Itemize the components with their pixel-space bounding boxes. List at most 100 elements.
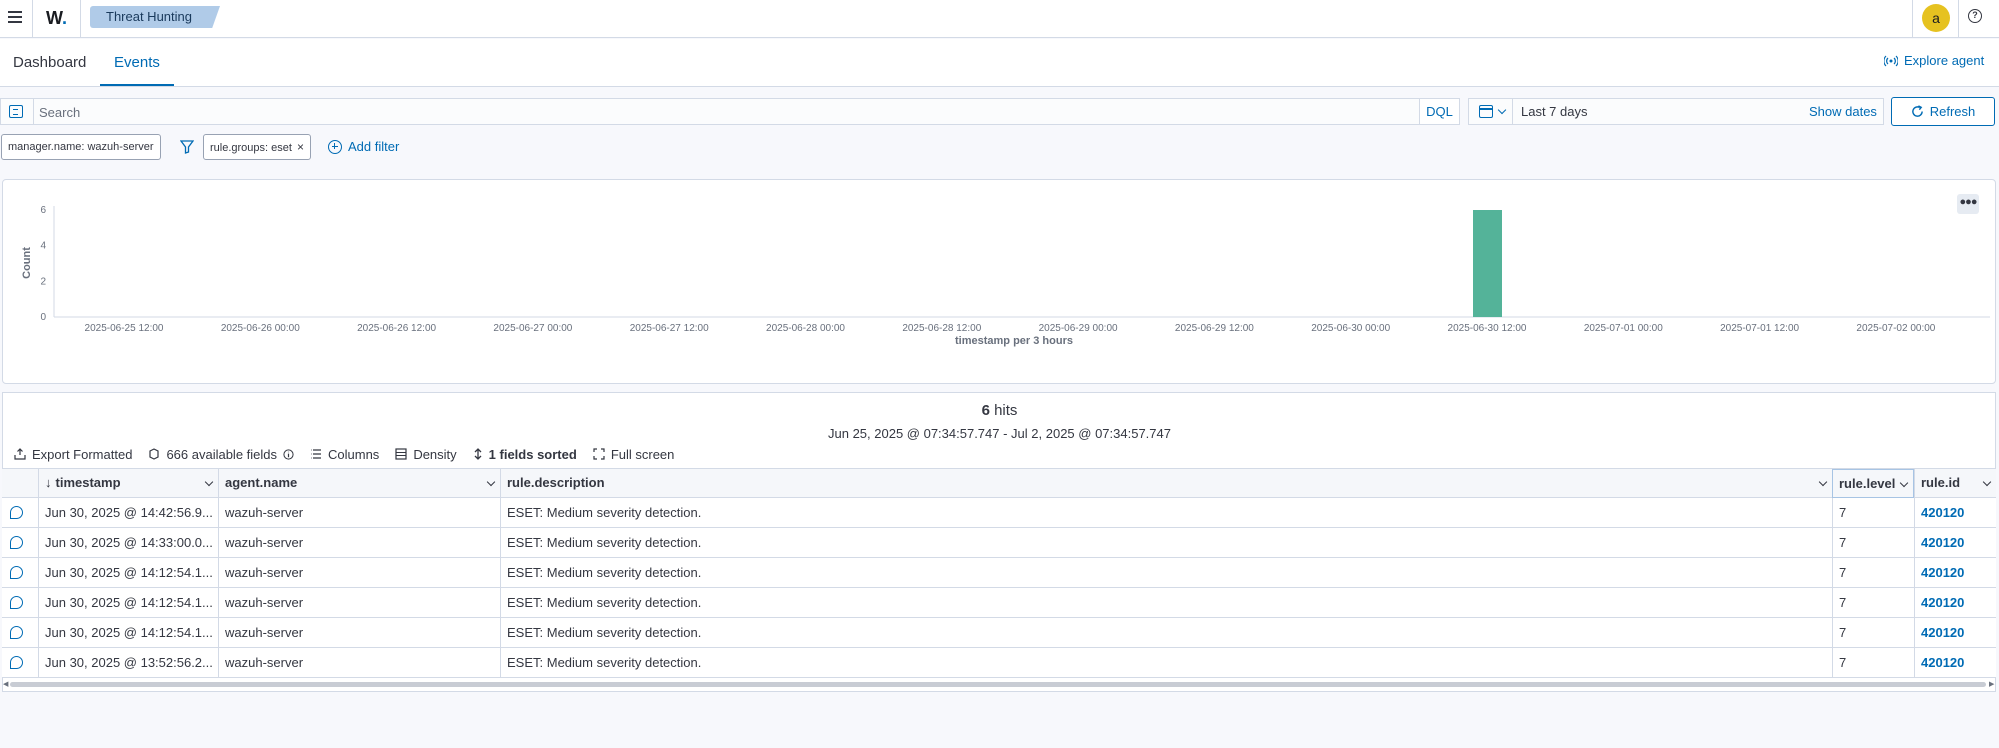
- x-tick-label: 2025-06-28 12:00: [902, 323, 981, 334]
- scroll-left-arrow[interactable]: ◀: [3, 680, 8, 688]
- cell-rule-level[interactable]: 7: [1832, 618, 1914, 647]
- filter-pill-rule-groups[interactable]: rule.groups: eset ×: [203, 134, 311, 160]
- export-formatted-button[interactable]: Export Formatted: [14, 447, 132, 462]
- cell-agent-name[interactable]: wazuh-server: [218, 558, 500, 587]
- add-filter-button[interactable]: Add filter: [328, 139, 399, 154]
- cell-timestamp[interactable]: Jun 30, 2025 @ 14:33:00.0...: [38, 528, 218, 557]
- cell-timestamp[interactable]: Jun 30, 2025 @ 14:12:54.1...: [38, 618, 218, 647]
- cell-rule-description[interactable]: ESET: Medium severity detection.: [500, 498, 1832, 527]
- cell-rule-level[interactable]: 7: [1832, 588, 1914, 617]
- quick-select-button[interactable]: [1469, 99, 1513, 124]
- inspect-document-icon[interactable]: [10, 566, 23, 579]
- inspect-cell[interactable]: [2, 618, 38, 647]
- cell-rule-description[interactable]: ESET: Medium severity detection.: [500, 588, 1832, 617]
- cell-rule-id-link[interactable]: 420120: [1914, 588, 1996, 617]
- breadcrumb-threat-hunting[interactable]: Threat Hunting: [90, 6, 220, 28]
- cell-timestamp[interactable]: Jun 30, 2025 @ 14:12:54.1...: [38, 558, 218, 587]
- cell-timestamp[interactable]: Jun 30, 2025 @ 13:52:56.2...: [38, 648, 218, 677]
- available-fields-button[interactable]: 666 available fields: [148, 447, 294, 462]
- search-input[interactable]: [39, 102, 1409, 122]
- cell-timestamp[interactable]: Jun 30, 2025 @ 14:12:54.1...: [38, 588, 218, 617]
- y-tick-label: 4: [40, 241, 46, 252]
- inspect-document-icon[interactable]: [10, 656, 23, 669]
- inspect-document-icon[interactable]: [10, 536, 23, 549]
- sort-fields-button[interactable]: 1 fields sorted: [473, 447, 577, 462]
- table-row[interactable]: Jun 30, 2025 @ 14:12:54.1... wazuh-serve…: [2, 588, 1996, 618]
- column-header-agent-name[interactable]: agent.name: [218, 469, 500, 498]
- column-header-rule-id[interactable]: rule.id: [1914, 469, 1996, 498]
- column-header-timestamp[interactable]: ↓ timestamp: [38, 469, 218, 498]
- x-tick-label: 2025-06-29 12:00: [1175, 323, 1254, 334]
- cell-rule-description[interactable]: ESET: Medium severity detection.: [500, 558, 1832, 587]
- column-header-rule-level[interactable]: rule.level: [1832, 469, 1914, 498]
- table-row[interactable]: Jun 30, 2025 @ 14:12:54.1... wazuh-serve…: [2, 558, 1996, 588]
- inspect-cell[interactable]: [2, 528, 38, 557]
- inspect-document-icon[interactable]: [10, 596, 23, 609]
- date-range-value[interactable]: Last 7 days: [1521, 104, 1588, 119]
- table-row[interactable]: Jun 30, 2025 @ 14:42:56.9... wazuh-serve…: [2, 498, 1996, 528]
- cell-rule-level[interactable]: 7: [1832, 558, 1914, 587]
- cell-rule-level[interactable]: 7: [1832, 648, 1914, 677]
- horizontal-scrollbar[interactable]: [10, 682, 1986, 687]
- inspect-cell[interactable]: [2, 588, 38, 617]
- cell-agent-name[interactable]: wazuh-server: [218, 588, 500, 617]
- cell-rule-id-link[interactable]: 420120: [1914, 618, 1996, 647]
- filter-icon[interactable]: [180, 140, 194, 154]
- scroll-right-arrow[interactable]: ▶: [1989, 680, 1994, 688]
- chevron-down-icon[interactable]: [1899, 478, 1909, 488]
- sort-icon: [474, 448, 482, 460]
- info-icon: [283, 448, 294, 460]
- chevron-down-icon[interactable]: [1818, 477, 1828, 487]
- show-dates-link[interactable]: Show dates: [1809, 104, 1877, 119]
- cell-agent-name[interactable]: wazuh-server: [218, 648, 500, 677]
- cell-rule-id-link[interactable]: 420120: [1914, 498, 1996, 527]
- inspect-document-icon[interactable]: [10, 506, 23, 519]
- user-avatar[interactable]: a: [1922, 4, 1950, 32]
- cell-agent-name[interactable]: wazuh-server: [218, 528, 500, 557]
- cell-rule-description[interactable]: ESET: Medium severity detection.: [500, 618, 1832, 647]
- cell-rule-description[interactable]: ESET: Medium severity detection.: [500, 648, 1832, 677]
- hits-summary: 6 hits: [0, 402, 1999, 419]
- filter-pill-manager-name[interactable]: manager.name: wazuh-server: [1, 134, 161, 160]
- inspect-cell[interactable]: [2, 558, 38, 587]
- x-tick-label: 2025-06-25 12:00: [85, 323, 164, 334]
- refresh-button[interactable]: Refresh: [1891, 97, 1995, 126]
- inspect-document-icon[interactable]: [10, 626, 23, 639]
- x-tick-label: 2025-07-02 00:00: [1856, 323, 1935, 334]
- dql-language-button[interactable]: DQL: [1420, 98, 1460, 125]
- cell-rule-id-link[interactable]: 420120: [1914, 528, 1996, 557]
- chevron-down-icon[interactable]: [486, 477, 496, 487]
- refresh-label: Refresh: [1929, 104, 1976, 119]
- cell-agent-name[interactable]: wazuh-server: [218, 498, 500, 527]
- cell-rule-id-link[interactable]: 420120: [1914, 558, 1996, 587]
- inspect-cell[interactable]: [2, 648, 38, 677]
- tab-dashboard[interactable]: Dashboard: [13, 54, 86, 71]
- cell-rule-id-link[interactable]: 420120: [1914, 648, 1996, 677]
- full-screen-button[interactable]: Full screen: [593, 447, 674, 462]
- cell-agent-name[interactable]: wazuh-server: [218, 618, 500, 647]
- histogram-bar[interactable]: [1473, 210, 1502, 317]
- table-row[interactable]: Jun 30, 2025 @ 13:52:56.2... wazuh-serve…: [2, 648, 1996, 678]
- cell-rule-level[interactable]: 7: [1832, 528, 1914, 557]
- chevron-down-icon[interactable]: [204, 477, 214, 487]
- wazuh-logo[interactable]: W.: [46, 8, 67, 29]
- x-tick-label: 2025-07-01 00:00: [1584, 323, 1663, 334]
- chevron-down-icon[interactable]: [1982, 477, 1992, 487]
- cell-timestamp[interactable]: Jun 30, 2025 @ 14:42:56.9...: [38, 498, 218, 527]
- column-header-rule-description[interactable]: rule.description: [500, 469, 1832, 498]
- explore-agent-button[interactable]: Explore agent: [1884, 53, 1984, 68]
- cell-rule-level[interactable]: 7: [1832, 498, 1914, 527]
- menu-icon[interactable]: [6, 8, 24, 26]
- saved-query-icon[interactable]: [9, 105, 23, 118]
- table-row[interactable]: Jun 30, 2025 @ 14:12:54.1... wazuh-serve…: [2, 618, 1996, 648]
- filter-pill-label: manager.name: wazuh-server: [8, 141, 154, 153]
- columns-button[interactable]: Columns: [310, 447, 379, 462]
- remove-filter-icon[interactable]: ×: [297, 140, 304, 154]
- help-icon[interactable]: ?: [1968, 9, 1982, 23]
- hits-count: 6: [981, 402, 990, 419]
- table-row[interactable]: Jun 30, 2025 @ 14:33:00.0... wazuh-serve…: [2, 528, 1996, 558]
- cell-rule-description[interactable]: ESET: Medium severity detection.: [500, 528, 1832, 557]
- inspect-cell[interactable]: [2, 498, 38, 527]
- tab-events[interactable]: Events: [114, 54, 160, 71]
- density-button[interactable]: Density: [395, 447, 457, 462]
